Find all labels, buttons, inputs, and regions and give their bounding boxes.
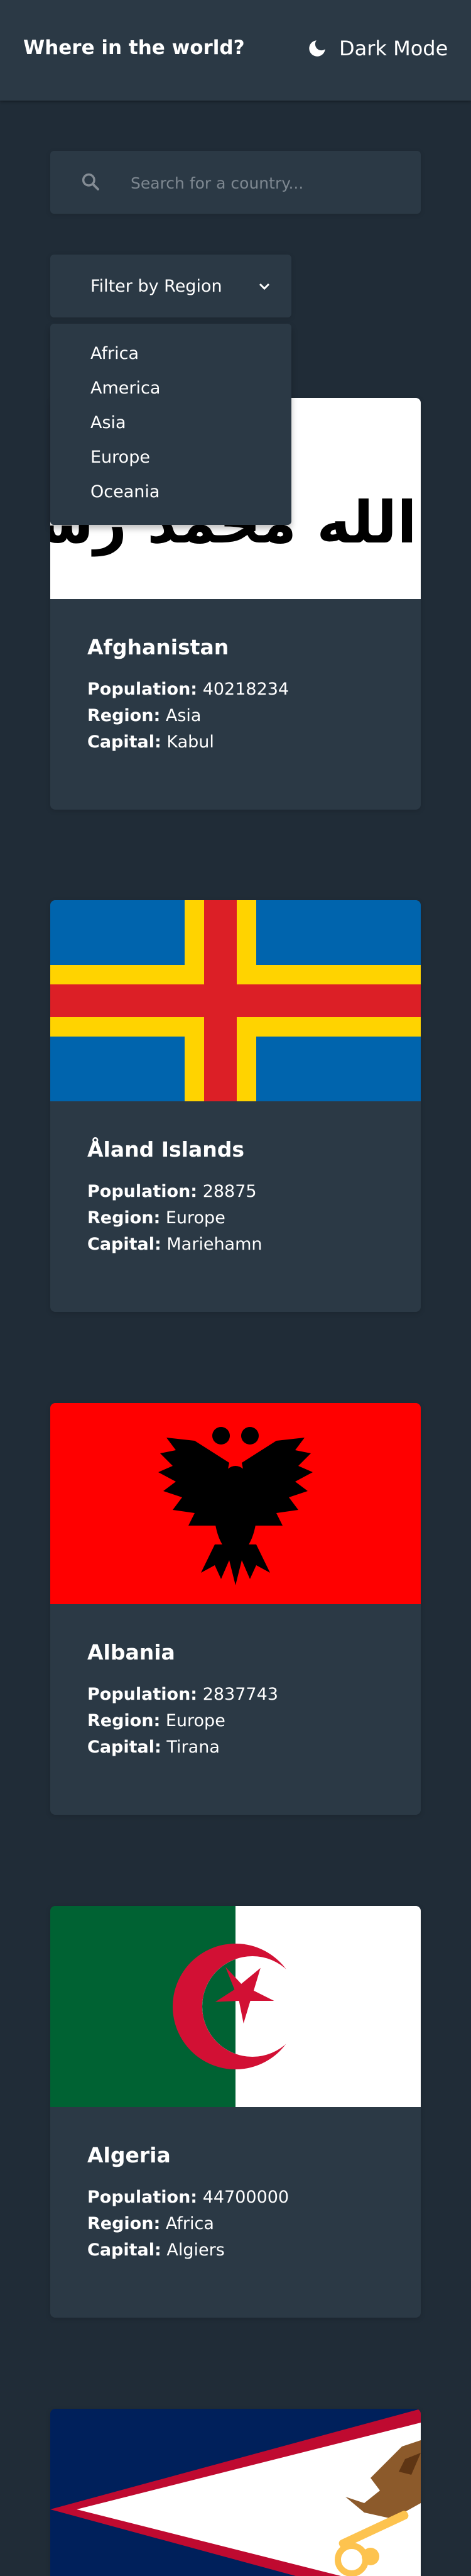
region-value: Asia bbox=[165, 706, 202, 725]
region-option-asia[interactable]: Asia bbox=[90, 413, 126, 432]
chevron-down-icon bbox=[259, 283, 270, 290]
flag-algeria bbox=[50, 1906, 421, 2107]
capital-value: Kabul bbox=[166, 732, 214, 752]
population-label: Population: bbox=[87, 2188, 198, 2207]
region-label: Region: bbox=[87, 2214, 161, 2233]
capital-row: Capital: Kabul bbox=[87, 732, 214, 752]
capital-row: Capital: Tirana bbox=[87, 1737, 220, 1757]
population-value: 40218234 bbox=[202, 680, 290, 699]
region-option-america[interactable]: America bbox=[90, 378, 160, 398]
capital-label: Capital: bbox=[87, 1737, 161, 1757]
population-label: Population: bbox=[87, 1182, 198, 1201]
capital-label: Capital: bbox=[87, 1235, 161, 1254]
region-filter-select[interactable]: Filter by Region bbox=[50, 255, 291, 317]
capital-value: Mariehamn bbox=[166, 1235, 263, 1254]
dark-mode-toggle[interactable]: Dark Mode bbox=[306, 36, 448, 60]
population-label: Population: bbox=[87, 680, 198, 699]
population-row: Population: 2837743 bbox=[87, 1685, 278, 1704]
capital-row: Capital: Algiers bbox=[87, 2240, 225, 2260]
flag-albania bbox=[50, 1403, 421, 1604]
country-card-aland-islands[interactable]: Åland Islands Population: 28875 Region: … bbox=[50, 900, 421, 1312]
country-card-albania[interactable]: Albania Population: 2837743 Region: Euro… bbox=[50, 1403, 421, 1815]
region-option-oceania[interactable]: Oceania bbox=[90, 482, 160, 502]
dark-mode-label: Dark Mode bbox=[339, 36, 448, 60]
capital-value: Tirana bbox=[166, 1737, 220, 1757]
region-label: Region: bbox=[87, 1711, 161, 1731]
capital-row: Capital: Mariehamn bbox=[87, 1235, 263, 1254]
country-name: Afghanistan bbox=[87, 635, 229, 659]
region-label: Region: bbox=[87, 1208, 161, 1228]
region-option-europe[interactable]: Europe bbox=[90, 448, 150, 467]
region-label: Region: bbox=[87, 706, 161, 725]
region-value: Europe bbox=[165, 1208, 225, 1228]
capital-value: Algiers bbox=[166, 2240, 225, 2260]
population-row: Population: 44700000 bbox=[87, 2188, 289, 2207]
population-label: Population: bbox=[87, 1685, 198, 1704]
country-card-algeria[interactable]: Algeria Population: 44700000 Region: Afr… bbox=[50, 1906, 421, 2318]
region-filter-label: Filter by Region bbox=[90, 277, 222, 296]
app-title: Where in the world? bbox=[23, 36, 245, 59]
region-row: Region: Africa bbox=[87, 2214, 214, 2233]
country-card-american-samoa[interactable] bbox=[50, 2409, 421, 2576]
capital-label: Capital: bbox=[87, 2240, 161, 2260]
country-name: Algeria bbox=[87, 2143, 171, 2167]
region-value: Africa bbox=[165, 2214, 214, 2233]
capital-label: Capital: bbox=[87, 732, 161, 752]
flag-american-samoa bbox=[50, 2409, 421, 2576]
search-input[interactable] bbox=[129, 151, 396, 215]
country-name: Åland Islands bbox=[87, 1137, 244, 1162]
population-value: 28875 bbox=[202, 1182, 257, 1201]
region-row: Region: Europe bbox=[87, 1711, 225, 1731]
flag-aland-islands bbox=[50, 900, 421, 1101]
population-row: Population: 28875 bbox=[87, 1182, 257, 1201]
search-box bbox=[50, 151, 421, 215]
population-value: 44700000 bbox=[202, 2188, 290, 2207]
population-value: 2837743 bbox=[202, 1685, 278, 1704]
region-value: Europe bbox=[165, 1711, 225, 1731]
moon-icon bbox=[309, 40, 325, 57]
search-icon bbox=[82, 173, 99, 190]
country-name: Albania bbox=[87, 1640, 175, 1665]
population-row: Population: 40218234 bbox=[87, 680, 289, 699]
region-dropdown-menu: Africa America Asia Europe Oceania bbox=[50, 324, 291, 525]
region-row: Region: Asia bbox=[87, 706, 201, 725]
region-row: Region: Europe bbox=[87, 1208, 225, 1228]
top-navbar: Where in the world? Dark Mode bbox=[0, 0, 471, 101]
region-option-africa[interactable]: Africa bbox=[90, 344, 139, 363]
